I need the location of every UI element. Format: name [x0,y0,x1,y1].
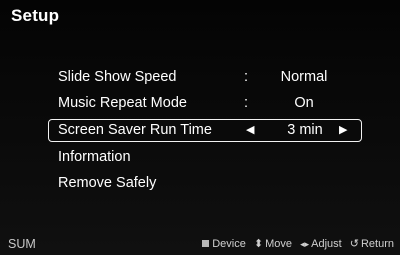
menu-item-label: Music Repeat Mode [58,95,187,111]
menu-item-value: 3 min [287,122,323,138]
menu-item-label: Information [58,149,131,165]
arrow-left-icon[interactable]: ◀ [246,119,254,141]
menu-item-value: On [294,95,314,111]
menu-item-label: Remove Safely [58,175,157,191]
hint-label: Device [212,238,246,250]
menu-item-separator: : [244,69,249,85]
arrow-right-icon[interactable]: ▶ [339,119,347,141]
hint-adjust: ◂▸ Adjust [300,234,342,255]
hint-label: Return [360,238,394,250]
hint-label: Adjust [311,238,342,250]
menu-item-value: Normal [280,69,328,85]
page-title: Setup [11,6,60,25]
hint-device: Device [202,234,246,255]
left-right-icon: ◂▸ [300,239,310,249]
control-hints: Device ⬍ Move ◂▸ Adjust ↺ Return [197,234,394,255]
setup-screen: Setup Slide Show Speed : Normal Music Re… [0,0,400,255]
menu-item-label: Slide Show Speed [58,69,177,85]
hint-return: ↺ Return [350,234,394,255]
menu-item-slide-show-speed[interactable]: Slide Show Speed : Normal [48,66,362,88]
menu-item-separator: : [244,95,249,111]
return-icon: ↺ [349,238,359,250]
source-label: SUM [8,237,36,251]
menu-item-label: Screen Saver Run Time [58,122,212,138]
up-down-icon: ⬍ [253,238,264,250]
menu-item-remove-safely[interactable]: Remove Safely [48,172,362,194]
menu-item-music-repeat-mode[interactable]: Music Repeat Mode : On [48,92,362,114]
square-icon [202,240,210,247]
menu-item-information[interactable]: Information [48,146,362,168]
menu-item-screen-saver-run-time[interactable]: Screen Saver Run Time ◀ 3 min ▶ [48,119,362,142]
status-bar: SUM Device ⬍ Move ◂▸ Adjust ↺ Return [0,234,400,255]
hint-move: ⬍ Move [254,234,292,255]
hint-label: Move [265,238,292,250]
